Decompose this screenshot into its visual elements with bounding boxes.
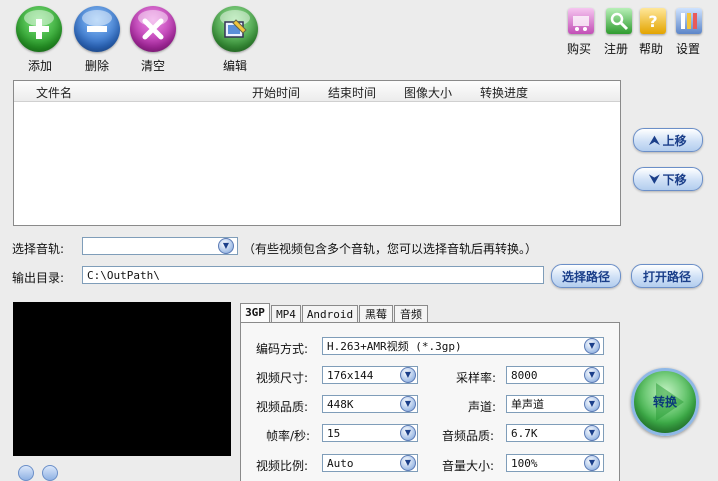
- svg-text:?: ?: [648, 12, 657, 31]
- delete-button[interactable]: [74, 6, 120, 52]
- minus-icon: [87, 26, 107, 32]
- audio-track-hint: （有些视频包含多个音轨，您可以选择音轨后再转换。）: [243, 242, 538, 256]
- edit-film-icon: [224, 19, 247, 38]
- double-chevron-up-icon: ⮝: [649, 132, 660, 147]
- choose-path-button[interactable]: 选择路径: [551, 264, 621, 288]
- tab-audio[interactable]: 音频: [394, 305, 428, 323]
- add-label: 添加: [27, 59, 52, 73]
- help-icon[interactable]: ?: [640, 8, 666, 34]
- file-list-header: [14, 81, 620, 102]
- clear-button[interactable]: [130, 6, 176, 52]
- fps-dropdown-icon[interactable]: ▼: [400, 425, 416, 441]
- output-dir-label: 输出目录:: [12, 271, 65, 285]
- aspect-dropdown-icon[interactable]: ▼: [400, 455, 416, 471]
- column-image-size[interactable]: 图像大小: [404, 84, 452, 101]
- convert-label: 转换: [652, 395, 677, 409]
- add-button[interactable]: [16, 6, 62, 52]
- volume-label: 音量大小:: [442, 459, 495, 473]
- video-preview: [13, 302, 231, 456]
- column-end-time[interactable]: 结束时间: [328, 84, 376, 101]
- column-progress[interactable]: 转换进度: [480, 84, 528, 101]
- edit-button[interactable]: [212, 6, 258, 52]
- column-start-time[interactable]: 开始时间: [252, 84, 300, 101]
- tab-blackberry[interactable]: 黑莓: [359, 305, 393, 323]
- cart-icon[interactable]: [568, 8, 594, 34]
- audio-track-dropdown-icon[interactable]: ▼: [218, 238, 234, 254]
- double-chevron-down-icon: ⮟: [649, 171, 660, 186]
- channel-dropdown-icon[interactable]: ▼: [584, 396, 600, 412]
- output-dir-input[interactable]: C:\OutPath\: [82, 266, 544, 284]
- audio-track-label: 选择音轨:: [12, 242, 65, 256]
- close-icon: [142, 18, 164, 40]
- settings-icon[interactable]: [676, 8, 702, 34]
- audio-quality-dropdown-icon[interactable]: ▼: [584, 425, 600, 441]
- convert-button[interactable]: 转换: [631, 368, 699, 436]
- sample-rate-label: 采样率:: [456, 371, 497, 385]
- audio-track-select[interactable]: [82, 237, 238, 255]
- aspect-label: 视频比例:: [256, 459, 309, 473]
- video-size-dropdown-icon[interactable]: ▼: [400, 367, 416, 383]
- tab-3gp[interactable]: 3GP: [240, 303, 270, 323]
- audio-quality-label: 音频品质:: [442, 429, 495, 443]
- fps-label: 帧率/秒:: [266, 429, 311, 443]
- encoding-select[interactable]: H.263+AMR视频 (*.3gp): [322, 337, 604, 355]
- preview-control-icon[interactable]: [18, 465, 34, 481]
- register-icon[interactable]: [606, 8, 632, 34]
- move-down-button[interactable]: ⮟ 下移: [633, 167, 703, 191]
- register-label: 注册: [604, 42, 629, 56]
- open-path-button[interactable]: 打开路径: [631, 264, 703, 288]
- tab-mp4[interactable]: MP4: [271, 305, 301, 323]
- video-quality-label: 视频品质:: [256, 400, 309, 414]
- column-filename[interactable]: 文件名: [36, 84, 72, 101]
- delete-label: 删除: [84, 59, 109, 73]
- tab-android[interactable]: Android: [302, 305, 358, 323]
- volume-dropdown-icon[interactable]: ▼: [584, 455, 600, 471]
- preview-control-icon[interactable]: [42, 465, 58, 481]
- move-down-label: 下移: [662, 172, 687, 187]
- channel-label: 声道:: [468, 400, 497, 414]
- buy-label: 购买: [567, 42, 592, 56]
- video-size-label: 视频尺寸:: [256, 371, 309, 385]
- clear-label: 清空: [140, 59, 165, 73]
- video-quality-dropdown-icon[interactable]: ▼: [400, 396, 416, 412]
- sample-rate-dropdown-icon[interactable]: ▼: [584, 367, 600, 383]
- move-up-button[interactable]: ⮝ 上移: [633, 128, 703, 152]
- help-label: 帮助: [639, 42, 664, 56]
- encoding-dropdown-icon[interactable]: ▼: [584, 338, 600, 354]
- edit-label: 编辑: [222, 59, 247, 73]
- move-up-label: 上移: [662, 133, 687, 148]
- settings-label: 设置: [676, 42, 701, 56]
- plus-icon: [29, 19, 49, 39]
- encoding-label: 编码方式:: [256, 342, 309, 356]
